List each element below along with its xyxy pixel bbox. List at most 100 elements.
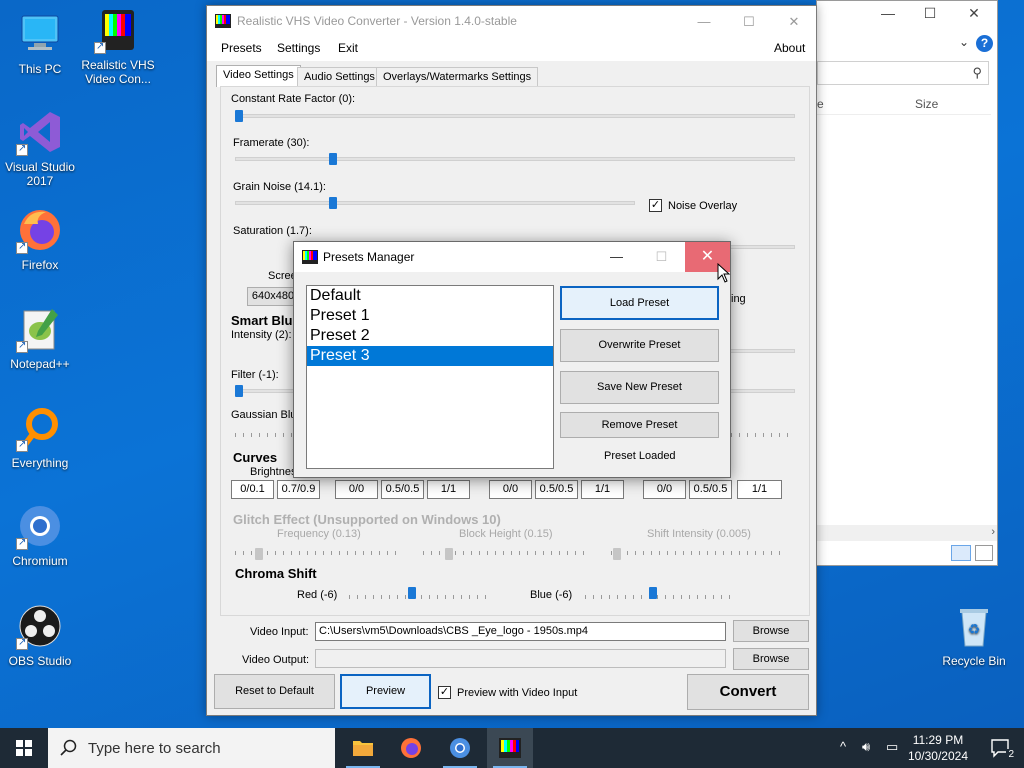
chroma-blue-label: Blue (-6) xyxy=(530,589,573,601)
desktop-icon-notepad-plus-plus[interactable]: Notepad++ xyxy=(0,305,80,371)
chroma-shift-title: Chroma Shift xyxy=(235,566,317,581)
preview-with-input-checkbox[interactable]: ✓ xyxy=(438,686,451,699)
horizontal-scrollbar[interactable]: › xyxy=(817,525,997,541)
presets-listbox[interactable]: Default Preset 1 Preset 2 Preset 3 xyxy=(306,285,554,469)
shortcut-arrow-icon xyxy=(16,240,28,254)
taskbar-firefox[interactable] xyxy=(388,728,434,768)
column-name-header[interactable]: e xyxy=(817,97,824,111)
vhs-app-icon xyxy=(94,6,142,54)
chevron-up-icon[interactable]: ^ xyxy=(840,739,846,754)
video-input-field[interactable]: C:\Users\vm5\Downloads\CBS _Eye_logo - 1… xyxy=(315,622,726,641)
curve-value-field[interactable]: 1/1 xyxy=(427,480,470,499)
smart-blur-label: Smart Blu xyxy=(231,313,293,328)
tab-video-settings[interactable]: Video Settings xyxy=(216,65,301,87)
grain-noise-slider-thumb[interactable] xyxy=(329,197,338,209)
explorer-statusbar xyxy=(817,541,997,565)
glitch-frequency-slider xyxy=(255,548,263,560)
desktop-icon-recycle-bin[interactable]: ♻ Recycle Bin xyxy=(934,602,1014,668)
save-new-preset-button[interactable]: Save New Preset xyxy=(560,371,719,404)
menu-about[interactable]: About xyxy=(774,41,805,55)
taskbar-clock[interactable]: 11:29 PM 10/30/2024 xyxy=(908,732,968,764)
tab-audio-settings[interactable]: Audio Settings xyxy=(297,67,382,86)
browse-input-button[interactable]: Browse xyxy=(733,620,809,642)
desktop-icon-everything[interactable]: Everything xyxy=(0,404,80,470)
right-option-label: ing xyxy=(731,293,746,305)
menu-exit[interactable]: Exit xyxy=(338,41,358,55)
curves-title: Curves xyxy=(233,450,278,465)
crf-slider-thumb[interactable] xyxy=(235,110,243,122)
preset-list-item-selected[interactable]: Preset 3 xyxy=(307,346,553,366)
preset-list-item[interactable]: Preset 1 xyxy=(307,306,553,326)
explorer-search-box[interactable]: ⚲ xyxy=(817,61,989,85)
large-icons-view-icon[interactable] xyxy=(975,545,993,561)
convert-button[interactable]: Convert xyxy=(687,674,809,710)
curve-value-field[interactable]: 1/1 xyxy=(581,480,624,499)
close-icon[interactable]: ✕ xyxy=(771,6,817,37)
curve-value-field[interactable]: 0.7/0.9 xyxy=(277,480,320,499)
resolution-dropdown[interactable]: 640x480 xyxy=(247,287,299,306)
maximize-icon[interactable]: ☐ xyxy=(639,242,684,272)
tab-strip: Video Settings Audio Settings Overlays/W… xyxy=(213,65,810,87)
glitch-frequency-label: Frequency (0.13) xyxy=(277,528,361,540)
network-icon[interactable]: ▭ xyxy=(886,739,898,755)
gaussian-blur-label: Gaussian Blur xyxy=(231,409,301,421)
curve-value-field[interactable]: 0/0 xyxy=(489,480,532,499)
filter-slider-thumb[interactable] xyxy=(235,385,243,397)
chroma-blue-slider-thumb[interactable] xyxy=(648,587,657,599)
glitch-block-height-slider xyxy=(445,548,453,560)
menu-presets[interactable]: Presets xyxy=(221,41,262,55)
overwrite-preset-button[interactable]: Overwrite Preset xyxy=(560,329,719,362)
browse-output-button[interactable]: Browse xyxy=(733,648,809,670)
help-icon[interactable]: ? xyxy=(976,35,993,52)
chroma-red-slider-thumb[interactable] xyxy=(408,587,417,599)
search-placeholder: Type here to search xyxy=(88,740,221,757)
maximize-icon[interactable]: ☐ xyxy=(915,5,945,22)
curve-value-field[interactable]: 0.5/0.5 xyxy=(535,480,578,499)
chevron-down-icon[interactable]: ⌄ xyxy=(959,35,969,49)
maximize-icon[interactable]: ☐ xyxy=(726,6,772,37)
noise-overlay-checkbox[interactable]: ✓ xyxy=(649,199,662,212)
volume-icon[interactable]: 🔊︎ xyxy=(862,739,870,755)
chevron-right-icon[interactable]: › xyxy=(991,526,995,538)
curve-value-field[interactable]: 0/0 xyxy=(335,480,378,499)
details-view-icon[interactable] xyxy=(951,545,971,561)
reset-to-default-button[interactable]: Reset to Default xyxy=(214,674,335,709)
load-preset-button[interactable]: Load Preset xyxy=(560,286,719,320)
taskbar-vhs-converter[interactable] xyxy=(487,728,533,768)
column-size-header[interactable]: Size xyxy=(915,97,938,111)
desktop-icon-this-pc[interactable]: This PC xyxy=(0,10,80,76)
curve-value-field[interactable]: 0/0.1 xyxy=(231,480,274,499)
curve-value-field[interactable]: 0.5/0.5 xyxy=(689,480,732,499)
clock-date: 10/30/2024 xyxy=(907,749,968,763)
minimize-icon[interactable]: — xyxy=(873,5,903,21)
notifications-button[interactable]: 2 xyxy=(990,738,1016,760)
menu-settings[interactable]: Settings xyxy=(277,41,320,55)
framerate-slider-thumb[interactable] xyxy=(328,153,337,165)
desktop-icon-obs-studio[interactable]: OBS Studio xyxy=(0,602,80,668)
taskbar-search-box[interactable]: Type here to search xyxy=(48,728,335,768)
desktop-icon-chromium[interactable]: Chromium xyxy=(0,502,80,568)
shortcut-arrow-icon xyxy=(16,142,28,156)
minimize-icon[interactable]: — xyxy=(594,242,639,272)
minimize-icon[interactable]: — xyxy=(681,6,727,37)
taskbar-file-explorer[interactable] xyxy=(340,728,386,768)
desktop-icon-firefox[interactable]: Firefox xyxy=(0,206,80,272)
preset-list-item[interactable]: Default xyxy=(307,286,553,306)
desktop-icon-vhs-converter[interactable]: Realistic VHS Video Con... xyxy=(78,6,158,86)
curve-value-field[interactable]: 1/1 xyxy=(737,480,782,499)
curve-value-field[interactable]: 0/0 xyxy=(643,480,686,499)
presets-manager-dialog[interactable]: Presets Manager — ☐ ✕ Default Preset 1 P… xyxy=(293,241,731,478)
tab-overlays-watermarks[interactable]: Overlays/Watermarks Settings xyxy=(376,67,539,86)
remove-preset-button[interactable]: Remove Preset xyxy=(560,412,719,438)
preset-list-item[interactable]: Preset 2 xyxy=(307,326,553,346)
desktop-icon-visual-studio[interactable]: Visual Studio 2017 xyxy=(0,108,80,188)
shortcut-arrow-icon xyxy=(16,636,28,650)
curve-value-field[interactable]: 0.5/0.5 xyxy=(381,480,424,499)
taskbar-chromium[interactable] xyxy=(437,728,483,768)
start-button[interactable] xyxy=(0,728,48,768)
video-output-field[interactable] xyxy=(315,649,726,668)
close-icon[interactable]: ✕ xyxy=(959,5,989,22)
preview-button[interactable]: Preview xyxy=(340,674,431,709)
taskbar: Type here to search ^ 🔊︎ ▭ 11:29 PM 10/3… xyxy=(0,728,1024,768)
file-explorer-window[interactable]: — ☐ ✕ ⌄ ? ⚲ e Size › xyxy=(816,0,998,566)
